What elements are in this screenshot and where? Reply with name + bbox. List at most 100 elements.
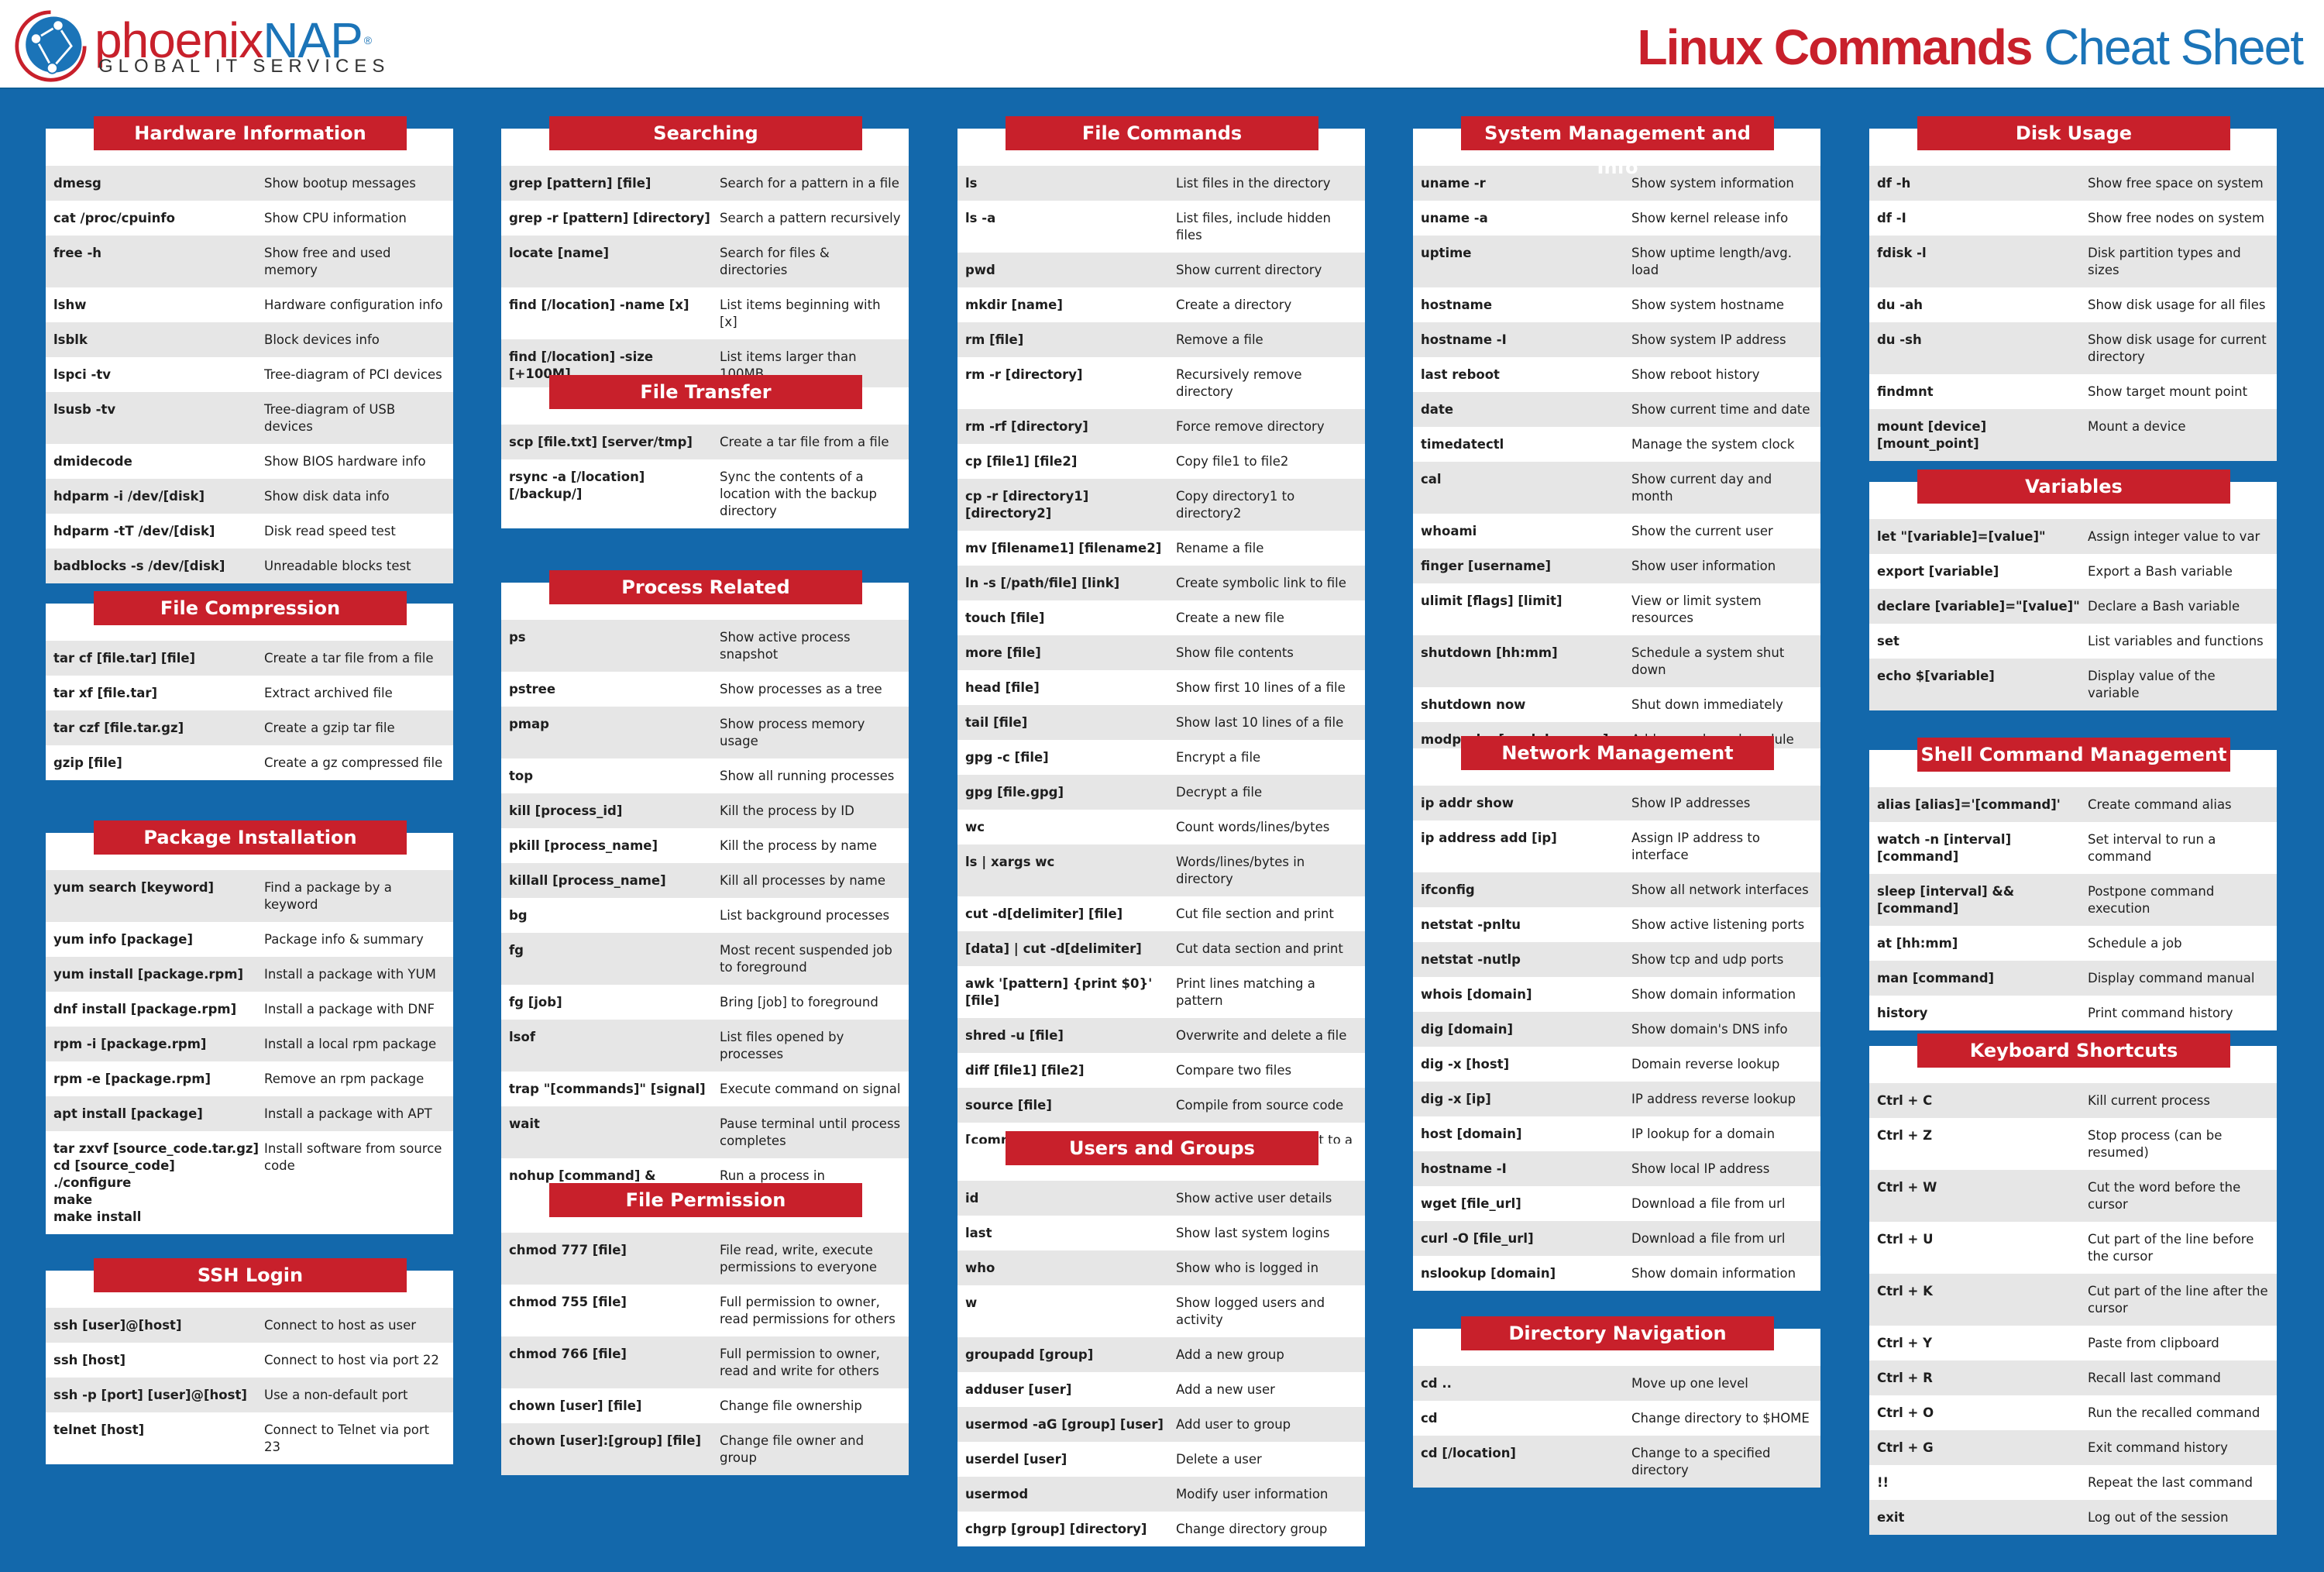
command-text: set bbox=[1877, 634, 1899, 648]
command-description: Compare two files bbox=[1176, 1063, 1292, 1078]
command-description: Show system information bbox=[1631, 176, 1794, 191]
command-text: !! bbox=[1877, 1475, 1889, 1490]
command-row: host [domain] IP lookup for a domain bbox=[1413, 1116, 1820, 1151]
command-description: Show user information bbox=[1631, 559, 1776, 573]
command-row: lshw Hardware configuration info bbox=[46, 287, 453, 322]
command-description: Show bootup messages bbox=[264, 176, 416, 191]
command-row: ifconfig Show all network interfaces bbox=[1413, 872, 1820, 907]
command-description: Create symbolic link to file bbox=[1176, 576, 1346, 590]
section-file-permission: File Permission chmod 777 [file] File rea… bbox=[501, 1183, 909, 1475]
command-description: Remove a file bbox=[1176, 332, 1263, 347]
section-title: File Transfer bbox=[549, 375, 862, 409]
command-description: Change file owner and group bbox=[720, 1433, 865, 1465]
command-description: Cut the word before the cursor bbox=[2088, 1180, 2241, 1212]
command-row: dnf install [package.rpm] Install a packa… bbox=[46, 992, 453, 1027]
command-row: alias [alias]='[command]' Create command … bbox=[1869, 787, 2277, 822]
command-description: Log out of the session bbox=[2088, 1510, 2229, 1525]
command-row: cp -r [directory1] [directory2] Copy dire… bbox=[957, 479, 1365, 531]
command-description: Manage the system clock bbox=[1631, 437, 1795, 452]
command-text: gpg -c [file] bbox=[965, 750, 1049, 765]
command-row: du -sh Show disk usage for current direct… bbox=[1869, 322, 2277, 374]
section-system-management: System Management and Info uname -r Show … bbox=[1413, 116, 1820, 757]
command-text: userdel [user] bbox=[965, 1452, 1067, 1467]
command-text: cat /proc/cpuinfo bbox=[53, 211, 175, 225]
command-row: chmod 755 [file] Full permission to owner… bbox=[501, 1285, 909, 1336]
section-title: System Management and Info bbox=[1461, 116, 1774, 178]
command-text: let "[variable]=[value]" bbox=[1877, 529, 2046, 544]
command-description: Connect to host via port 22 bbox=[264, 1353, 439, 1367]
command-description: Cut file section and print bbox=[1176, 906, 1334, 921]
section-title: File Permission bbox=[549, 1183, 862, 1217]
command-description: Create a tar file from a file bbox=[264, 651, 434, 666]
command-text: pwd bbox=[965, 263, 995, 277]
command-text: last bbox=[965, 1226, 992, 1240]
command-text: grep [pattern] [file] bbox=[509, 176, 651, 191]
command-text: gpg [file.gpg] bbox=[965, 785, 1064, 800]
command-text: rm [file] bbox=[965, 332, 1024, 347]
command-description: Compile from source code bbox=[1176, 1098, 1344, 1113]
command-text: rm -r [directory] bbox=[965, 367, 1083, 382]
command-row: trap "[commands]" [signal] Execute comman… bbox=[501, 1072, 909, 1106]
command-text: scp [file.txt] [server/tmp] bbox=[509, 435, 693, 449]
command-row: hdparm -i /dev/[disk] Show disk data info bbox=[46, 479, 453, 514]
command-row: lsusb -tv Tree-diagram of USB devices bbox=[46, 392, 453, 444]
command-text: echo $[variable] bbox=[1877, 669, 1995, 683]
command-row: ip address add [ip] Assign IP address to … bbox=[1413, 820, 1820, 872]
section-file-compression: File Compression tar cf [file.tar] [file… bbox=[46, 591, 453, 780]
command-description: Paste from clipboard bbox=[2088, 1336, 2219, 1350]
command-text: whois [domain] bbox=[1421, 987, 1532, 1002]
command-row: ulimit [flags] [limit] View or limit syst… bbox=[1413, 583, 1820, 635]
command-text: tar xf [file.tar] bbox=[53, 686, 158, 700]
command-row: groupadd [group] Add a new group bbox=[957, 1337, 1365, 1372]
command-description: Show local IP address bbox=[1631, 1161, 1770, 1176]
command-text: chgrp [group] [directory] bbox=[965, 1522, 1147, 1536]
command-text: chown [user]:[group] [file] bbox=[509, 1433, 701, 1448]
command-text: Ctrl + Z bbox=[1877, 1128, 1933, 1143]
command-text: apt install [package] bbox=[53, 1106, 203, 1121]
command-description: Assign integer value to var bbox=[2088, 529, 2260, 544]
command-description: Show last 10 lines of a file bbox=[1176, 715, 1344, 730]
command-row: lsof List files opened by processes bbox=[501, 1020, 909, 1072]
command-description: Declare a Bash variable bbox=[2088, 599, 2240, 614]
command-row: killall [process_name] Kill all processes… bbox=[501, 863, 909, 898]
command-row: hdparm -tT /dev/[disk] Disk read speed te… bbox=[46, 514, 453, 549]
command-description: Kill all processes by name bbox=[720, 873, 886, 888]
command-description: Search for a pattern in a file bbox=[720, 176, 899, 191]
command-description: Schedule a job bbox=[2088, 936, 2182, 951]
command-row: cut -d[delimiter] [file] Cut file section… bbox=[957, 896, 1365, 931]
command-text: source [file] bbox=[965, 1098, 1052, 1113]
command-row: mkdir [name] Create a directory bbox=[957, 287, 1365, 322]
command-description: Install a local rpm package bbox=[264, 1037, 437, 1051]
command-description: Show tcp and udp ports bbox=[1631, 952, 1784, 967]
section-shell-command-management: Shell Command Management alias [alias]='… bbox=[1869, 738, 2277, 1030]
command-row: man [command] Display command manual bbox=[1869, 961, 2277, 996]
command-text: [data] | cut -d[delimiter] bbox=[965, 941, 1142, 956]
command-description: Create a gzip tar file bbox=[264, 721, 395, 735]
command-row: whoami Show the current user bbox=[1413, 514, 1820, 549]
command-row: chown [user]:[group] [file] Change file o… bbox=[501, 1423, 909, 1475]
command-row: finger [username] Show user information bbox=[1413, 549, 1820, 583]
command-description: Postpone command execution bbox=[2088, 884, 2215, 916]
command-text: watch -n [interval] [command] bbox=[1877, 832, 2012, 864]
command-row: tar czf [file.tar.gz] Create a gzip tar f… bbox=[46, 710, 453, 745]
command-row: sleep [interval] && [command] Postpone co… bbox=[1869, 874, 2277, 926]
command-description: Disk read speed test bbox=[264, 524, 396, 538]
command-text: yum install [package.rpm] bbox=[53, 967, 244, 982]
command-row: chmod 766 [file] Full permission to owner… bbox=[501, 1336, 909, 1388]
command-description: Package info & summary bbox=[264, 932, 424, 947]
command-text: killall [process_name] bbox=[509, 873, 666, 888]
section-title: Shell Command Management bbox=[1917, 738, 2230, 772]
command-row: more [file] Show file contents bbox=[957, 635, 1365, 670]
command-description: Change directory to $HOME bbox=[1631, 1411, 1810, 1426]
command-description: Words/lines/bytes in directory bbox=[1176, 855, 1305, 886]
section-disk-usage: Disk Usage df -h Show free space on syste… bbox=[1869, 116, 2277, 461]
command-row: rm [file] Remove a file bbox=[957, 322, 1365, 357]
command-description: Full permission to owner, read and write… bbox=[720, 1347, 880, 1378]
command-text: chown [user] [file] bbox=[509, 1398, 642, 1413]
command-description: Add a new user bbox=[1176, 1382, 1275, 1397]
command-row: tail [file] Show last 10 lines of a file bbox=[957, 705, 1365, 740]
command-row: shred -u [file] Overwrite and delete a fi… bbox=[957, 1018, 1365, 1053]
command-description: Add a new group bbox=[1176, 1347, 1284, 1362]
command-text: alias [alias]='[command]' bbox=[1877, 797, 2061, 812]
command-description: Install software from source code bbox=[264, 1141, 442, 1173]
